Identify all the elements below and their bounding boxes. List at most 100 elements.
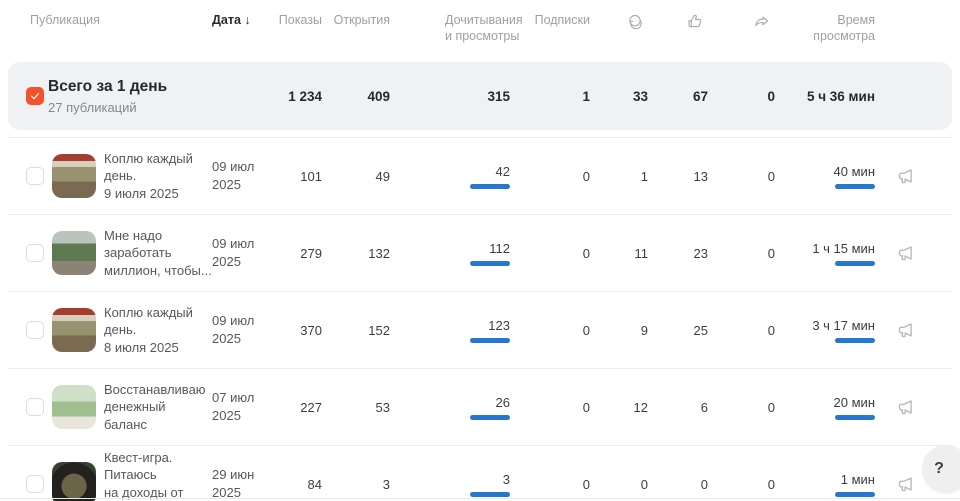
megaphone-icon[interactable]	[896, 319, 918, 341]
table-row: Коплю каждый день.9 июля 2025 09 июл2025…	[8, 137, 952, 214]
watch-time-progress-bar	[835, 184, 875, 189]
column-header-watch-time[interactable]: Времяпросмотра	[775, 12, 875, 44]
watch-time-value: 3 ч 17 мин	[775, 318, 875, 333]
reads-progress-bar	[470, 184, 510, 189]
comments-value: 12	[590, 400, 648, 415]
time-label-line1: Время	[837, 13, 875, 27]
share-icon	[752, 12, 772, 32]
title-line1: Коплю каждый день.	[104, 305, 193, 338]
reads-progress-bar	[470, 415, 510, 420]
summary-checkbox-checked[interactable]	[26, 87, 44, 105]
date-line2: 2025	[212, 331, 241, 346]
promote-cell	[875, 242, 938, 264]
publication-thumbnail[interactable]	[52, 308, 96, 352]
opens-value: 3	[322, 477, 390, 492]
publication-title[interactable]: Коплю каждый день. 9 июля 2025	[104, 150, 212, 203]
column-header-subscriptions[interactable]: Подписки	[510, 12, 590, 28]
watch-time-value: 40 мин	[775, 164, 875, 179]
watch-time-progress-bar	[835, 261, 875, 266]
column-header-reads[interactable]: Дочитыванияи просмотры	[390, 12, 510, 44]
reads-progress-bar	[470, 492, 510, 497]
title-line1: Мне надо заработать	[104, 228, 172, 261]
title-line1: Квест-игра. Питаюсь	[104, 450, 172, 483]
publication-title[interactable]: Мне надо заработатьмиллион, чтобы...	[104, 227, 212, 280]
date-line1: 09 июл	[212, 159, 254, 174]
publication-title[interactable]: Восстанавливаюденежный баланс	[104, 381, 212, 434]
summary-title-block: Всего за 1 день 27 публикаций	[48, 77, 212, 114]
likes-value: 23	[648, 246, 708, 261]
impressions-value: 84	[266, 477, 322, 492]
reads-progress-bar	[470, 338, 510, 343]
comment-icon	[625, 12, 645, 32]
column-header-publication[interactable]: Публикация	[18, 12, 212, 28]
publication-title[interactable]: Квест-игра. Питаюсьна доходы от Дзен ...	[104, 449, 212, 501]
reads-value: 42	[390, 164, 510, 179]
watch-time-progress-bar	[835, 338, 875, 343]
date-line2: 2025	[212, 254, 241, 269]
column-header-likes[interactable]	[648, 12, 708, 32]
summary-title: Всего за 1 день	[48, 77, 212, 97]
title-line2: денежный баланс	[104, 399, 166, 432]
row-checkbox-unchecked[interactable]	[26, 321, 44, 339]
watch-time-cell: 40 мин	[775, 164, 875, 189]
sort-down-arrow-icon: ↓	[244, 13, 250, 27]
publication-thumbnail[interactable]	[52, 231, 96, 275]
watch-time-cell: 1 мин	[775, 472, 875, 497]
reads-value: 26	[390, 395, 510, 410]
shares-value: 0	[708, 169, 775, 184]
date-line1: 09 июл	[212, 313, 254, 328]
impressions-value: 279	[266, 246, 322, 261]
checkmark-icon	[29, 90, 41, 102]
column-header-shares[interactable]	[708, 12, 775, 32]
title-line1: Коплю каждый день.	[104, 151, 193, 184]
publication-thumbnail[interactable]	[52, 462, 96, 501]
row-checkbox-unchecked[interactable]	[26, 167, 44, 185]
summary-row: Всего за 1 день 27 публикаций 1 234 409 …	[8, 62, 952, 130]
watch-time-cell: 3 ч 17 мин	[775, 318, 875, 343]
megaphone-icon[interactable]	[896, 242, 918, 264]
column-header-opens[interactable]: Открытия	[322, 12, 390, 28]
date-line1: 09 июл	[212, 236, 254, 251]
reads-progress-bar	[470, 261, 510, 266]
reads-value: 112	[390, 241, 510, 256]
likes-value: 13	[648, 169, 708, 184]
promote-cell	[875, 319, 938, 341]
summary-watch-time: 5 ч 36 мин	[775, 89, 875, 104]
comments-value: 0	[590, 477, 648, 492]
summary-reads: 315	[390, 89, 510, 104]
publication-rows: Коплю каждый день. 9 июля 2025 09 июл 2025…	[0, 137, 960, 501]
subscriptions-value: 0	[510, 323, 590, 338]
table-row: Коплю каждый день.8 июля 2025 09 июл 2025…	[8, 291, 952, 368]
publication-thumbnail[interactable]	[52, 154, 96, 198]
date-label: Дата	[212, 13, 241, 27]
date-line2: 2025	[212, 408, 241, 423]
reads-cell: 112	[390, 241, 510, 266]
reads-cell: 123	[390, 318, 510, 343]
row-checkbox-unchecked[interactable]	[26, 475, 44, 493]
table-row: Квест-игра. Питаюсьна доходы от Дзен ...…	[8, 445, 952, 501]
publication-date: 29 июн2025	[212, 466, 266, 501]
publication-date: 09 июл 2025	[212, 312, 266, 347]
column-header-date[interactable]: Дата ↓	[212, 12, 266, 28]
summary-subtitle: 27 публикаций	[48, 100, 212, 115]
row-checkbox-unchecked[interactable]	[26, 398, 44, 416]
publication-thumbnail[interactable]	[52, 385, 96, 429]
table-row: Мне надо заработатьмиллион, чтобы... 09 …	[8, 214, 952, 291]
reads-value: 123	[390, 318, 510, 333]
column-header-impressions[interactable]: Показы	[266, 12, 322, 28]
table-row: Восстанавливаюденежный баланс 07 июл2025…	[8, 368, 952, 445]
likes-value: 0	[648, 477, 708, 492]
megaphone-icon[interactable]	[896, 473, 918, 495]
publication-title[interactable]: Коплю каждый день.8 июля 2025	[104, 304, 212, 357]
watch-time-progress-bar	[835, 492, 875, 497]
summary-impressions: 1 234	[266, 89, 322, 104]
megaphone-icon[interactable]	[896, 396, 918, 418]
reads-value: 3	[390, 472, 510, 487]
impressions-value: 227	[266, 400, 322, 415]
row-checkbox-unchecked[interactable]	[26, 244, 44, 262]
title-line2: 9 июля 2025	[104, 186, 179, 201]
column-header-comments[interactable]	[590, 12, 648, 32]
megaphone-icon[interactable]	[896, 165, 918, 187]
opens-value: 53	[322, 400, 390, 415]
summary-shares: 0	[708, 89, 775, 104]
